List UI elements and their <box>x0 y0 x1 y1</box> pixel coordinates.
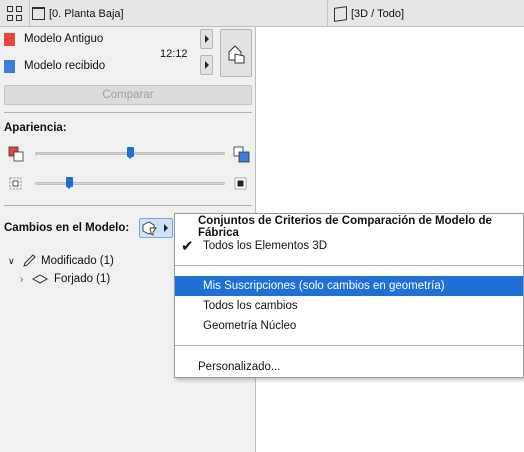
old-model-menu-button[interactable] <box>200 29 213 49</box>
criteria-set-button[interactable] <box>139 218 173 238</box>
filter-icon <box>142 221 168 236</box>
color-overlay-slider-thumb[interactable] <box>127 147 134 159</box>
swap-models-icon <box>228 45 245 64</box>
tab-floor-plan-label: [0. Planta Baja] <box>49 7 124 20</box>
changes-title: Cambios en el Modelo: <box>4 222 130 234</box>
menu-item-core-geometry[interactable]: Geometría Núcleo <box>175 316 523 336</box>
view-grid-button[interactable] <box>0 0 30 27</box>
transparency-slider-track[interactable] <box>35 182 225 185</box>
chevron-right-icon[interactable]: › <box>20 274 30 285</box>
menu-divider <box>175 265 523 266</box>
checkmark-icon: ✔ <box>181 238 194 255</box>
tree-item-slab-label: Forjado (1) <box>54 273 111 285</box>
grid-icon <box>7 6 22 21</box>
menu-item-all-changes[interactable]: Todos los cambios <box>175 296 523 316</box>
floor-plan-icon <box>32 7 45 20</box>
menu-item-all-3d-elements[interactable]: ✔ Todos los Elementos 3D <box>175 236 523 256</box>
menu-item-custom-label: Personalizado... <box>198 361 281 373</box>
menu-item-my-subscriptions[interactable]: Mis Suscripciones (solo cambios en geome… <box>175 276 523 296</box>
transparency-low-icon <box>9 177 22 190</box>
menu-item-my-subscriptions-label: Mis Suscripciones (solo cambios en geome… <box>203 280 445 292</box>
received-model-label: Modelo recibido <box>24 60 106 72</box>
compare-button[interactable]: Comparar <box>4 85 252 105</box>
tree-item-modified-label: Modificado (1) <box>41 255 114 267</box>
menu-header: Conjuntos de Criterios de Comparación de… <box>198 215 492 239</box>
old-model-color-swatch <box>4 33 15 46</box>
criteria-set-menu: Conjuntos de Criterios de Comparación de… <box>174 213 524 378</box>
model-time: 12:12 <box>160 48 188 60</box>
color-overlay-high-icon <box>233 146 250 163</box>
menu-item-all-changes-label: Todos los cambios <box>203 300 298 312</box>
tab-3d-view[interactable]: [3D / Todo] <box>328 0 524 27</box>
received-model-menu-button[interactable] <box>200 55 213 75</box>
menu-divider <box>175 345 523 346</box>
pencil-icon <box>23 254 36 267</box>
transparency-slider-thumb[interactable] <box>66 177 74 189</box>
swap-models-button[interactable] <box>220 29 252 77</box>
tab-3d-view-label: [3D / Todo] <box>351 7 404 20</box>
3d-view-icon <box>334 5 347 22</box>
menu-item-all-3d-elements-label: Todos los Elementos 3D <box>203 240 328 252</box>
old-model-label: Modelo Antiguo <box>24 33 104 45</box>
slab-icon <box>32 274 48 284</box>
chevron-down-icon[interactable]: ∨ <box>8 256 18 267</box>
appearance-title: Apariencia: <box>4 122 67 134</box>
tab-floor-plan[interactable]: [0. Planta Baja] <box>30 0 328 27</box>
divider <box>4 205 252 206</box>
divider <box>4 112 252 113</box>
transparency-high-icon <box>234 177 247 190</box>
top-tab-bar: [0. Planta Baja] [3D / Todo] <box>0 0 524 27</box>
menu-item-core-geometry-label: Geometría Núcleo <box>203 320 297 332</box>
color-overlay-low-icon <box>8 146 24 162</box>
received-model-color-swatch <box>4 60 15 73</box>
menu-item-custom[interactable]: Personalizado... <box>175 357 523 377</box>
